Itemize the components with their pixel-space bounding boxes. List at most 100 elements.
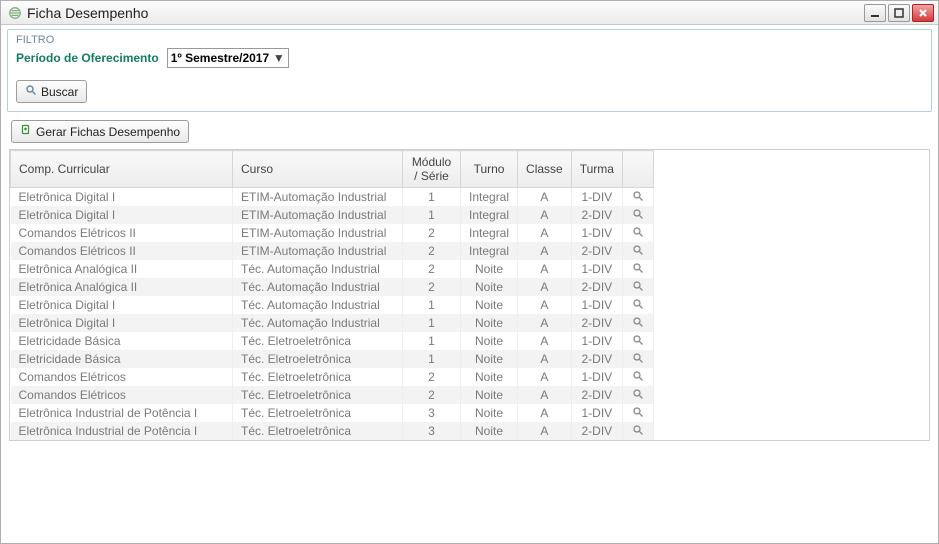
magnifier-icon[interactable] (631, 315, 645, 329)
cell-turma: 1-DIV (571, 332, 622, 350)
minimize-button[interactable] (864, 4, 886, 22)
cell-curso: Téc. Eletroeletrônica (233, 404, 403, 422)
gerar-fichas-button[interactable]: Gerar Fichas Desempenho (11, 120, 189, 143)
magnifier-icon[interactable] (631, 189, 645, 203)
filter-legend: FILTRO (8, 30, 931, 46)
header-action (622, 151, 653, 188)
header-classe[interactable]: Classe (518, 151, 572, 188)
cell-curso: Téc. Eletroeletrônica (233, 350, 403, 368)
header-comp-curricular[interactable]: Comp. Curricular (11, 151, 233, 188)
magnifier-icon[interactable] (631, 423, 645, 437)
cell-turma: 2-DIV (571, 422, 622, 440)
table-row[interactable]: Eletrônica Digital ITéc. Automação Indus… (11, 314, 654, 332)
magnifier-icon[interactable] (631, 333, 645, 347)
cell-turno: Integral (461, 224, 518, 242)
magnifier-icon[interactable] (631, 243, 645, 257)
table-row[interactable]: Comandos ElétricosTéc. Eletroeletrônica2… (11, 386, 654, 404)
maximize-button[interactable] (888, 4, 910, 22)
cell-comp-curricular: Comandos Elétricos (11, 386, 233, 404)
cell-modulo: 3 (403, 404, 461, 422)
cell-turno: Integral (461, 242, 518, 260)
header-modulo-serie[interactable]: Módulo / Série (403, 151, 461, 188)
cell-curso: ETIM-Automação Industrial (233, 224, 403, 242)
cell-classe: A (518, 206, 572, 224)
buscar-row: Buscar (8, 74, 931, 111)
gerar-row: Gerar Fichas Desempenho (7, 118, 932, 149)
cell-modulo: 3 (403, 422, 461, 440)
header-curso[interactable]: Curso (233, 151, 403, 188)
close-button[interactable] (912, 4, 934, 22)
cell-modulo: 1 (403, 296, 461, 314)
magnifier-icon[interactable] (631, 369, 645, 383)
table-row[interactable]: Eletrônica Digital IETIM-Automação Indus… (11, 206, 654, 224)
table-row[interactable]: Eletrônica Digital ITéc. Automação Indus… (11, 296, 654, 314)
magnifier-icon[interactable] (631, 279, 645, 293)
cell-curso: Téc. Eletroeletrônica (233, 332, 403, 350)
cell-modulo: 2 (403, 368, 461, 386)
cell-curso: Téc. Automação Industrial (233, 296, 403, 314)
table-row[interactable]: Eletrônica Industrial de Potência ITéc. … (11, 422, 654, 440)
table-row[interactable]: Eletrônica Analógica IITéc. Automação In… (11, 278, 654, 296)
cell-modulo: 2 (403, 242, 461, 260)
cell-turma: 2-DIV (571, 350, 622, 368)
cell-comp-curricular: Eletricidade Básica (11, 350, 233, 368)
cell-comp-curricular: Comandos Elétricos II (11, 242, 233, 260)
window-controls (864, 4, 934, 22)
cell-curso: Téc. Eletroeletrônica (233, 422, 403, 440)
cell-turno: Noite (461, 278, 518, 296)
cell-turno: Noite (461, 404, 518, 422)
titlebar: Ficha Desempenho (1, 1, 938, 25)
table-row[interactable]: Comandos Elétricos IIETIM-Automação Indu… (11, 224, 654, 242)
cell-action (622, 224, 653, 242)
table-row[interactable]: Eletrônica Industrial de Potência ITéc. … (11, 404, 654, 422)
table-row[interactable]: Comandos Elétricos IIETIM-Automação Indu… (11, 242, 654, 260)
table-row[interactable]: Eletrônica Analógica IITéc. Automação In… (11, 260, 654, 278)
cell-curso: Téc. Automação Industrial (233, 260, 403, 278)
header-turma[interactable]: Turma (571, 151, 622, 188)
cell-comp-curricular: Eletrônica Analógica II (11, 260, 233, 278)
content-area: FILTRO Período de Oferecimento 1º Semest… (1, 25, 938, 543)
cell-modulo: 2 (403, 224, 461, 242)
cell-modulo: 2 (403, 260, 461, 278)
cell-classe: A (518, 296, 572, 314)
cell-turno: Integral (461, 188, 518, 207)
cell-turno: Noite (461, 350, 518, 368)
cell-modulo: 2 (403, 386, 461, 404)
cell-comp-curricular: Eletrônica Digital I (11, 314, 233, 332)
cell-modulo: 1 (403, 188, 461, 207)
cell-comp-curricular: Eletrônica Digital I (11, 206, 233, 224)
cell-classe: A (518, 332, 572, 350)
period-select[interactable]: 1º Semestre/2017 (167, 48, 289, 68)
cell-comp-curricular: Eletrônica Analógica II (11, 278, 233, 296)
magnifier-icon[interactable] (631, 261, 645, 275)
cell-action (622, 188, 653, 207)
cell-classe: A (518, 368, 572, 386)
header-turno[interactable]: Turno (461, 151, 518, 188)
cell-classe: A (518, 224, 572, 242)
magnifier-icon[interactable] (631, 225, 645, 239)
table-row[interactable]: Eletricidade BásicaTéc. Eletroeletrônica… (11, 350, 654, 368)
buscar-button-label: Buscar (41, 85, 78, 99)
magnifier-icon[interactable] (631, 297, 645, 311)
table-row[interactable]: Eletricidade BásicaTéc. Eletroeletrônica… (11, 332, 654, 350)
cell-turma: 2-DIV (571, 386, 622, 404)
cell-modulo: 1 (403, 350, 461, 368)
cell-classe: A (518, 314, 572, 332)
magnifier-icon[interactable] (631, 207, 645, 221)
cell-comp-curricular: Comandos Elétricos (11, 368, 233, 386)
magnifier-icon[interactable] (631, 351, 645, 365)
magnifier-icon[interactable] (631, 405, 645, 419)
cell-curso: ETIM-Automação Industrial (233, 206, 403, 224)
cell-turno: Noite (461, 260, 518, 278)
cell-comp-curricular: Eletricidade Básica (11, 332, 233, 350)
cell-comp-curricular: Eletrônica Industrial de Potência I (11, 404, 233, 422)
cell-action (622, 260, 653, 278)
buscar-button[interactable]: Buscar (16, 80, 87, 103)
table-row[interactable]: Comandos ElétricosTéc. Eletroeletrônica2… (11, 368, 654, 386)
cell-curso: ETIM-Automação Industrial (233, 188, 403, 207)
cell-turma: 1-DIV (571, 224, 622, 242)
cell-turma: 1-DIV (571, 296, 622, 314)
table-row[interactable]: Eletrônica Digital IETIM-Automação Indus… (11, 188, 654, 207)
magnifier-icon[interactable] (631, 387, 645, 401)
cell-classe: A (518, 260, 572, 278)
